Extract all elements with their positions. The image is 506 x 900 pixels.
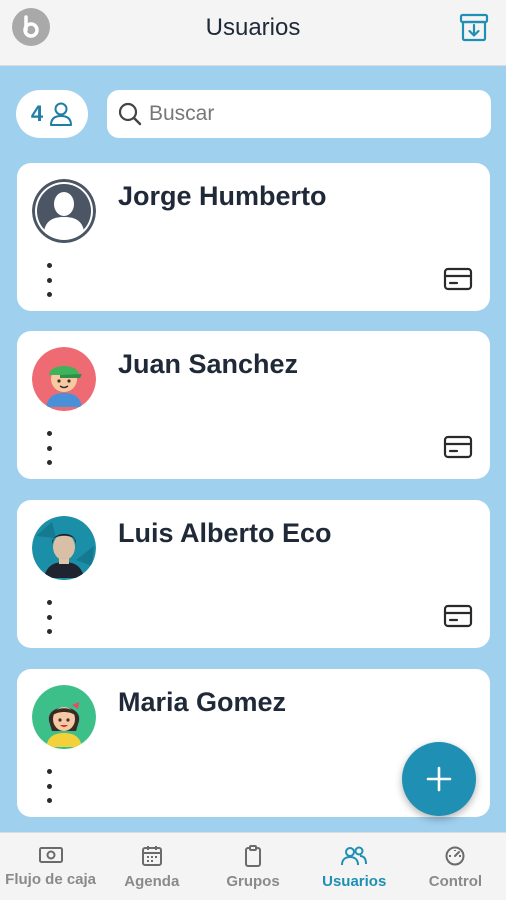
search-icon — [118, 102, 142, 126]
page-title: Usuarios — [205, 14, 301, 41]
user-name: Juan Sanchez — [118, 349, 299, 379]
user-card[interactable]: Juan Sanchez — [17, 331, 490, 479]
credit-card-icon[interactable] — [443, 434, 473, 460]
user-card[interactable]: Jorge Humberto — [17, 163, 490, 311]
user-name: Luis Alberto Eco — [118, 518, 332, 548]
search-bar — [107, 90, 491, 138]
user-count: 4 — [30, 101, 44, 126]
girl-avatar — [32, 685, 96, 749]
credit-card-icon[interactable] — [443, 266, 473, 292]
bottom-tab-bar: Flujo de caja Agenda Grupos Usuarios Con… — [0, 832, 506, 900]
gauge-icon — [445, 846, 465, 866]
more-options-icon[interactable] — [43, 431, 55, 465]
user-name: Jorge Humberto — [118, 181, 327, 211]
more-options-icon[interactable] — [43, 600, 55, 634]
man-dark-avatar — [32, 516, 96, 580]
boy-green-cap-avatar — [32, 347, 96, 411]
app-header: Usuarios — [0, 0, 506, 66]
user-name: Maria Gomez — [118, 687, 287, 717]
tab-grupos[interactable]: Grupos — [202, 833, 303, 900]
user-count-badge: 4 — [16, 90, 88, 138]
default-avatar — [32, 179, 96, 243]
user-icon — [50, 102, 73, 126]
tab-control[interactable]: Control — [405, 833, 506, 900]
tab-usuarios[interactable]: Usuarios — [304, 833, 405, 900]
tab-label: Usuarios — [322, 873, 387, 890]
tab-label: Grupos — [226, 873, 280, 890]
tab-agenda[interactable]: Agenda — [101, 833, 202, 900]
more-options-icon[interactable] — [43, 263, 55, 297]
archive-download-icon[interactable] — [458, 12, 490, 44]
users-icon — [341, 846, 368, 866]
plus-icon — [426, 766, 452, 792]
tab-label: Agenda — [124, 873, 180, 890]
cash-icon — [38, 847, 63, 863]
search-input[interactable] — [149, 102, 469, 126]
credit-card-icon[interactable] — [443, 603, 473, 629]
tab-flujo-de-caja[interactable]: Flujo de caja — [0, 833, 101, 900]
tab-label: Flujo de caja — [5, 871, 97, 888]
clipboard-icon — [245, 845, 261, 867]
tab-label: Control — [428, 873, 483, 890]
more-options-icon[interactable] — [43, 769, 55, 803]
user-card[interactable]: Luis Alberto Eco — [17, 500, 490, 648]
add-user-button[interactable] — [402, 742, 476, 816]
calendar-icon — [141, 846, 162, 866]
